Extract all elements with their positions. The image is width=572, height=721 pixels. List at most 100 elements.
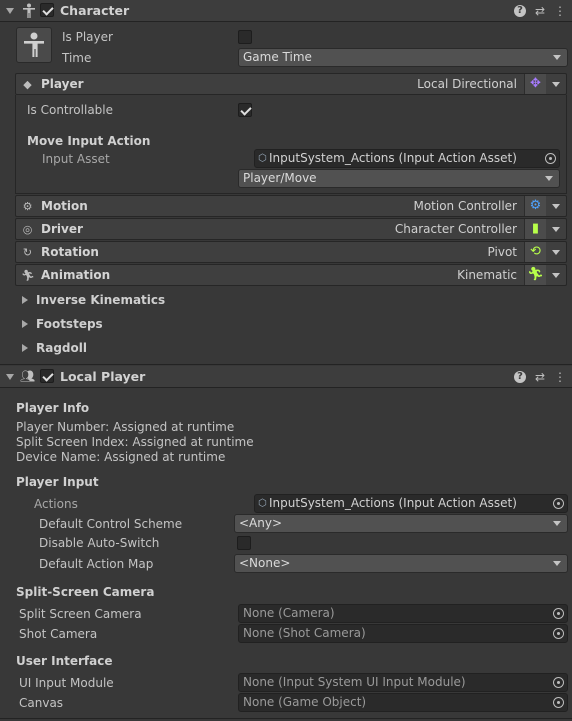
is-controllable-checkbox[interactable] bbox=[238, 103, 252, 117]
component-divider bbox=[0, 364, 572, 365]
collapse-icon[interactable] bbox=[6, 8, 14, 14]
input-asset-icon: ⬡ bbox=[258, 498, 267, 509]
default-action-map-value: <None> bbox=[239, 556, 291, 570]
default-action-map-dropdown[interactable]: <None> bbox=[234, 554, 568, 573]
more-menu-icon[interactable]: ⋮ bbox=[553, 370, 567, 384]
object-picker-icon[interactable] bbox=[553, 677, 564, 688]
canvas-value: None (Game Object) bbox=[243, 695, 367, 709]
foldout-label: Inverse Kinematics bbox=[36, 293, 166, 307]
canvas-label: Canvas bbox=[19, 696, 64, 710]
gear-icon: ⚙ bbox=[22, 200, 33, 213]
kinematic-icon[interactable]: 🏃︎ bbox=[524, 265, 546, 285]
shot-camera-value: None (Shot Camera) bbox=[243, 626, 366, 640]
split-screen-camera-label: Split Screen Camera bbox=[19, 607, 142, 621]
pivot-icon[interactable]: ⟲ bbox=[524, 242, 546, 262]
input-asset-value: InputSystem_Actions (Input Action Asset) bbox=[269, 151, 517, 165]
chevron-right-icon bbox=[22, 320, 28, 328]
default-control-scheme-label: Default Control Scheme bbox=[39, 517, 183, 531]
chevron-down-icon[interactable] bbox=[552, 82, 560, 87]
time-dropdown[interactable]: Game Time bbox=[238, 48, 568, 67]
character-component-header[interactable]: Character ? ⇄ ⋮ bbox=[0, 0, 572, 22]
users-icon: 👥︎ bbox=[20, 369, 36, 383]
chevron-down-icon[interactable] bbox=[552, 227, 560, 232]
character-icon bbox=[22, 3, 36, 19]
time-value: Game Time bbox=[243, 50, 312, 64]
device-name-text: Device Name: Assigned at runtime bbox=[16, 450, 226, 464]
chevron-right-icon bbox=[22, 344, 28, 352]
split-screen-camera-field[interactable]: None (Camera) bbox=[238, 604, 568, 623]
input-asset-field[interactable]: ⬡ InputSystem_Actions (Input Action Asse… bbox=[254, 149, 560, 168]
chevron-down-icon bbox=[553, 561, 561, 566]
rotation-section[interactable]: ↻ Rotation Pivot ⟲ bbox=[15, 241, 567, 263]
disable-auto-switch-label: Disable Auto-Switch bbox=[39, 536, 160, 550]
chevron-down-icon bbox=[553, 521, 561, 526]
collapse-icon[interactable] bbox=[6, 374, 14, 380]
foldout-label: Ragdoll bbox=[36, 341, 87, 355]
player-section-value: Local Directional bbox=[417, 77, 517, 91]
input-asset-icon: ⬡ bbox=[258, 153, 267, 164]
input-asset-label: Input Asset bbox=[42, 152, 110, 166]
move-input-action-label: Move Input Action bbox=[27, 134, 151, 148]
diamond-icon: ◆ bbox=[23, 78, 32, 91]
player-section-name: Player bbox=[41, 77, 84, 91]
chevron-down-icon[interactable] bbox=[552, 273, 560, 278]
object-picker-icon[interactable] bbox=[545, 153, 556, 164]
default-control-scheme-value: <Any> bbox=[239, 516, 283, 530]
animation-section-name: Animation bbox=[41, 268, 111, 282]
split-screen-camera-header: Split-Screen Camera bbox=[16, 585, 155, 599]
object-picker-icon[interactable] bbox=[553, 498, 564, 509]
rotation-icon: ↻ bbox=[22, 246, 33, 259]
character-controller-icon[interactable]: ▮ bbox=[524, 219, 546, 239]
disable-auto-switch-checkbox[interactable] bbox=[237, 536, 251, 550]
motion-section-value: Motion Controller bbox=[413, 199, 517, 213]
default-control-scheme-dropdown[interactable]: <Any> bbox=[234, 514, 568, 533]
chevron-down-icon bbox=[553, 55, 561, 60]
character-enabled-checkbox[interactable] bbox=[40, 3, 54, 17]
split-screen-index-text: Split Screen Index: Assigned at runtime bbox=[16, 435, 254, 449]
presets-icon[interactable]: ⇄ bbox=[533, 4, 547, 18]
driver-section-name: Driver bbox=[41, 222, 83, 236]
ui-input-module-field[interactable]: None (Input System UI Input Module) bbox=[238, 673, 568, 692]
character-avatar bbox=[16, 27, 52, 63]
rotation-section-value: Pivot bbox=[487, 245, 517, 259]
driver-icon: ◎ bbox=[22, 223, 33, 236]
player-input-header: Player Input bbox=[16, 475, 99, 489]
ui-input-module-value: None (Input System UI Input Module) bbox=[243, 675, 466, 689]
object-picker-icon[interactable] bbox=[553, 628, 564, 639]
chevron-down-icon bbox=[545, 176, 553, 181]
ui-input-module-label: UI Input Module bbox=[19, 676, 114, 690]
player-type-icon[interactable]: ✥ bbox=[524, 74, 546, 94]
local-player-enabled-checkbox[interactable] bbox=[40, 369, 54, 383]
driver-section[interactable]: ◎ Driver Character Controller ▮ bbox=[15, 218, 567, 240]
chevron-right-icon bbox=[22, 296, 28, 304]
animation-section[interactable]: 🏃︎ Animation Kinematic 🏃︎ bbox=[15, 264, 567, 286]
time-label: Time bbox=[62, 51, 92, 65]
motion-section-name: Motion bbox=[41, 199, 88, 213]
default-action-map-label: Default Action Map bbox=[39, 557, 154, 571]
help-icon[interactable]: ? bbox=[514, 371, 526, 383]
shot-camera-label: Shot Camera bbox=[19, 627, 98, 641]
chevron-down-icon[interactable] bbox=[552, 250, 560, 255]
character-title: Character bbox=[60, 3, 130, 18]
is-player-checkbox[interactable] bbox=[238, 30, 252, 44]
shot-camera-field[interactable]: None (Shot Camera) bbox=[238, 624, 568, 643]
driver-section-value: Character Controller bbox=[394, 222, 517, 236]
presets-icon[interactable]: ⇄ bbox=[533, 370, 547, 384]
action-dropdown[interactable]: Player/Move bbox=[238, 169, 560, 188]
motion-section[interactable]: ⚙ Motion Motion Controller ⚙ bbox=[15, 195, 567, 217]
actions-field[interactable]: ⬡ InputSystem_Actions (Input Action Asse… bbox=[254, 494, 568, 513]
help-icon[interactable]: ? bbox=[514, 5, 526, 17]
object-picker-icon[interactable] bbox=[553, 608, 564, 619]
action-value: Player/Move bbox=[243, 171, 317, 185]
object-picker-icon[interactable] bbox=[553, 697, 564, 708]
player-section[interactable]: ◆ Player Local Directional ✥ bbox=[15, 73, 567, 95]
chevron-down-icon[interactable] bbox=[552, 204, 560, 209]
player-info-header: Player Info bbox=[16, 401, 90, 415]
canvas-field[interactable]: None (Game Object) bbox=[238, 693, 568, 712]
is-controllable-label: Is Controllable bbox=[27, 103, 114, 117]
actions-value: InputSystem_Actions (Input Action Asset) bbox=[269, 496, 517, 510]
is-player-label: Is Player bbox=[62, 30, 113, 44]
more-menu-icon[interactable]: ⋮ bbox=[553, 4, 567, 18]
motion-controller-icon[interactable]: ⚙ bbox=[524, 196, 546, 216]
local-player-component-header[interactable]: 👥︎ Local Player ? ⇄ ⋮ bbox=[0, 366, 572, 388]
